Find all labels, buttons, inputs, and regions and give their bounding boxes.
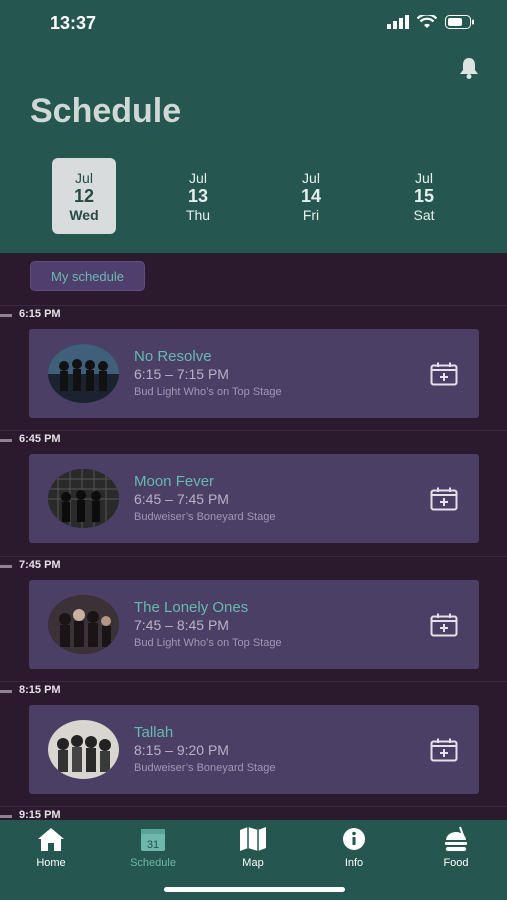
event-card[interactable]: No Resolve 6:15 – 7:15 PM Bud Light Who’… (29, 329, 479, 418)
header: 13:37 Schedule Jul 12 Wed Jul 13 Thu Jul… (0, 0, 507, 253)
artist-photo (48, 344, 119, 403)
signal-icon (387, 15, 409, 29)
event-card[interactable]: The Lonely Ones 7:45 – 8:45 PM Bud Light… (29, 580, 479, 669)
artist-photo (48, 720, 119, 779)
date-day: 12 (73, 186, 95, 206)
stage-name: Budweiser’s Boneyard Stage (134, 511, 276, 523)
my-schedule-button[interactable]: My schedule (30, 261, 145, 291)
artist-photo (48, 595, 119, 654)
divider (0, 806, 507, 807)
date-tab-jul-14[interactable]: Jul 14 Fri (279, 158, 343, 234)
tab-label: Schedule (130, 857, 176, 869)
time-tick (0, 815, 12, 818)
tab-label: Home (36, 857, 66, 869)
date-month: Jul (75, 170, 93, 186)
home-indicator[interactable] (164, 887, 345, 892)
time-tick (0, 690, 12, 693)
date-month: Jul (302, 170, 320, 186)
date-day: 15 (413, 186, 435, 206)
date-month: Jul (415, 170, 433, 186)
date-day: 13 (187, 186, 209, 206)
map-icon (240, 827, 266, 851)
artist-photo (48, 469, 119, 528)
food-icon (445, 826, 467, 851)
divider (0, 305, 507, 306)
time-marker: 6:45 PM (0, 430, 507, 447)
event-card[interactable]: Tallah 8:15 – 9:20 PM Budweiser’s Boneya… (29, 705, 479, 794)
info-icon (343, 828, 365, 850)
status-bar: 13:37 (0, 0, 507, 48)
time-label: 6:45 PM (19, 433, 61, 445)
date-tab-jul-13[interactable]: Jul 13 Thu (166, 158, 230, 234)
tab-home[interactable]: Home (6, 826, 96, 869)
time-label: 7:45 PM (19, 559, 61, 571)
event-time: 6:45 – 7:45 PM (134, 491, 229, 507)
battery-icon (445, 15, 474, 29)
wifi-icon (417, 15, 437, 28)
date-weekday: Thu (185, 207, 211, 223)
divider (0, 430, 507, 431)
tab-info[interactable]: Info (309, 826, 399, 869)
stage-name: Bud Light Who’s on Top Stage (134, 386, 282, 398)
divider (0, 556, 507, 557)
tab-label: Info (344, 857, 364, 869)
date-weekday: Sat (413, 207, 435, 223)
time-label: 6:15 PM (19, 308, 61, 320)
add-to-calendar-icon[interactable] (430, 487, 458, 511)
time-tick (0, 314, 12, 317)
date-tab-jul-12[interactable]: Jul 12 Wed (52, 158, 116, 234)
calendar-badge: 31 (147, 839, 159, 851)
add-to-calendar-icon[interactable] (430, 613, 458, 637)
artist-name: No Resolve (134, 348, 212, 365)
time-label: 8:15 PM (19, 684, 61, 696)
artist-name: The Lonely Ones (134, 599, 249, 616)
event-time: 8:15 – 9:20 PM (134, 742, 229, 758)
stage-name: Bud Light Who’s on Top Stage (134, 637, 282, 649)
page-title: Schedule (30, 92, 182, 130)
tab-schedule[interactable]: 31 Schedule (108, 826, 198, 869)
add-to-calendar-icon[interactable] (430, 362, 458, 386)
tab-label: Map (242, 857, 264, 869)
tab-food[interactable]: Food (411, 826, 501, 869)
add-to-calendar-icon[interactable] (430, 738, 458, 762)
event-time: 7:45 – 8:45 PM (134, 617, 229, 633)
artist-name: Tallah (134, 724, 174, 741)
date-month: Jul (189, 170, 207, 186)
time-marker: 7:45 PM (0, 556, 507, 573)
divider (0, 681, 507, 682)
tab-label: Food (443, 857, 469, 869)
date-day: 14 (300, 186, 322, 206)
status-time: 13:37 (50, 13, 97, 33)
event-card[interactable]: Moon Fever 6:45 – 7:45 PM Budweiser’s Bo… (29, 454, 479, 543)
time-tick (0, 439, 12, 442)
event-time: 6:15 – 7:15 PM (134, 366, 229, 382)
time-marker: 8:15 PM (0, 681, 507, 698)
status-icons (387, 15, 475, 29)
date-weekday: Fri (302, 207, 320, 223)
calendar-icon: 31 (141, 829, 165, 851)
artist-name: Moon Fever (134, 473, 215, 490)
date-tab-jul-15[interactable]: Jul 15 Sat (392, 158, 456, 234)
date-weekday: Wed (69, 207, 99, 223)
time-marker: 6:15 PM (0, 305, 507, 322)
tab-map[interactable]: Map (208, 826, 298, 869)
stage-name: Budweiser’s Boneyard Stage (134, 762, 276, 774)
time-tick (0, 565, 12, 568)
bell-icon[interactable] (457, 56, 481, 80)
home-icon (38, 828, 64, 851)
date-selector: Jul 12 Wed Jul 13 Thu Jul 14 Fri Jul 15 … (0, 158, 507, 236)
